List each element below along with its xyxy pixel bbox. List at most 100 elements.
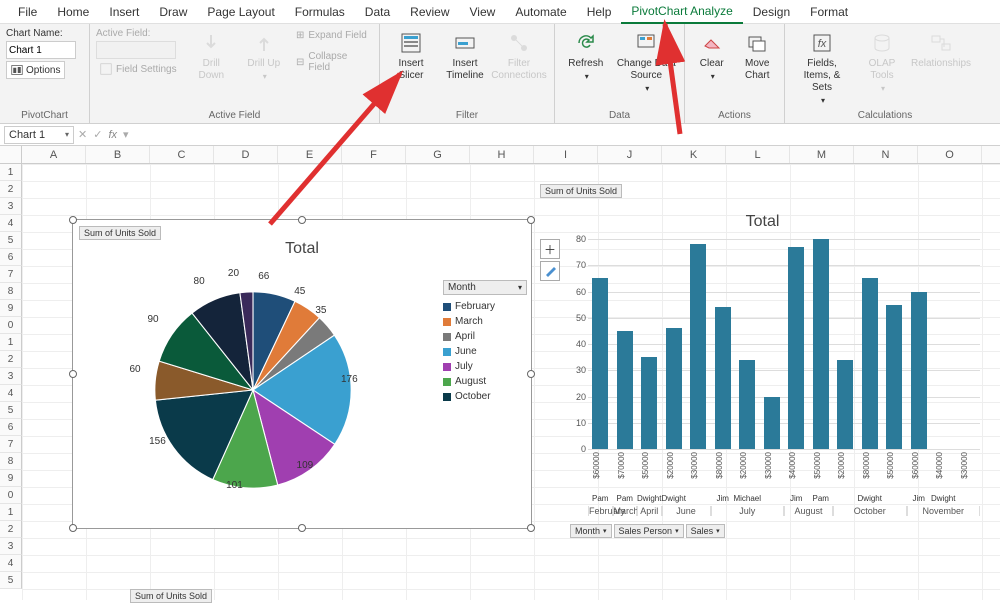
- column-header[interactable]: I: [534, 146, 598, 163]
- row-header[interactable]: 3: [0, 198, 22, 215]
- bar[interactable]: [764, 397, 780, 450]
- row-header[interactable]: 5: [0, 232, 22, 249]
- row-header[interactable]: 0: [0, 487, 22, 504]
- insert-slicer-button[interactable]: Insert Slicer: [386, 28, 436, 84]
- row-header[interactable]: 8: [0, 283, 22, 300]
- row-header[interactable]: 4: [0, 385, 22, 402]
- menu-formulas[interactable]: Formulas: [285, 1, 355, 23]
- insert-timeline-button[interactable]: Insert Timeline: [440, 28, 490, 84]
- chart-field-badge[interactable]: Sum of Units Sold: [79, 226, 161, 240]
- options-button[interactable]: Options: [6, 61, 65, 79]
- bar[interactable]: [911, 292, 927, 450]
- row-header[interactable]: 4: [0, 555, 22, 572]
- row-header[interactable]: 4: [0, 215, 22, 232]
- row-header[interactable]: 5: [0, 572, 22, 589]
- column-header[interactable]: E: [278, 146, 342, 163]
- chart-field-badge[interactable]: Sum of Units Sold: [130, 589, 212, 603]
- row-header[interactable]: 6: [0, 249, 22, 266]
- row-header[interactable]: 7: [0, 266, 22, 283]
- chart-filter-button[interactable]: Sales Person▾: [614, 524, 684, 538]
- row-header[interactable]: 7: [0, 436, 22, 453]
- column-header[interactable]: C: [150, 146, 214, 163]
- bar[interactable]: [788, 247, 804, 449]
- menu-insert[interactable]: Insert: [99, 1, 149, 23]
- refresh-button[interactable]: Refresh▾: [561, 28, 611, 84]
- menu-help[interactable]: Help: [577, 1, 622, 23]
- column-header[interactable]: N: [854, 146, 918, 163]
- bar[interactable]: [862, 278, 878, 449]
- row-header[interactable]: 6: [0, 419, 22, 436]
- column-header[interactable]: F: [342, 146, 406, 163]
- row-header[interactable]: 5: [0, 402, 22, 419]
- bar[interactable]: [617, 331, 633, 449]
- row-header[interactable]: 8: [0, 453, 22, 470]
- column-header[interactable]: B: [86, 146, 150, 163]
- menu-format[interactable]: Format: [800, 1, 858, 23]
- row-header[interactable]: 2: [0, 351, 22, 368]
- bar[interactable]: [592, 278, 608, 449]
- column-header[interactable]: H: [470, 146, 534, 163]
- pie-chart-container[interactable]: Sum of Units Sold Total 6645351761091011…: [72, 219, 532, 529]
- menu-page-layout[interactable]: Page Layout: [197, 1, 284, 23]
- fields-items-sets-button[interactable]: fx Fields, Items, & Sets▾: [791, 28, 853, 108]
- legend-filter-button[interactable]: Month ▾: [443, 280, 527, 295]
- menu-pivotchart-analyze[interactable]: PivotChart Analyze: [621, 0, 742, 24]
- column-header[interactable]: M: [790, 146, 854, 163]
- menu-review[interactable]: Review: [400, 1, 459, 23]
- menu-draw[interactable]: Draw: [149, 1, 197, 23]
- row-header[interactable]: 1: [0, 334, 22, 351]
- row-header[interactable]: 2: [0, 521, 22, 538]
- chart-name-input[interactable]: [6, 41, 76, 59]
- bar[interactable]: [886, 305, 902, 449]
- menu-data[interactable]: Data: [355, 1, 400, 23]
- row-header[interactable]: 9: [0, 470, 22, 487]
- resize-handle[interactable]: [527, 370, 535, 378]
- chart-styles-button[interactable]: [540, 261, 560, 281]
- column-header[interactable]: K: [662, 146, 726, 163]
- bar[interactable]: [715, 307, 731, 449]
- chart-elements-button[interactable]: ＋: [540, 239, 560, 259]
- menu-automate[interactable]: Automate: [505, 1, 576, 23]
- name-box[interactable]: Chart 1 ▾: [4, 126, 74, 144]
- bar[interactable]: [690, 244, 706, 449]
- row-header[interactable]: 0: [0, 317, 22, 334]
- chart-filter-button[interactable]: Sales▾: [686, 524, 725, 538]
- bar[interactable]: [813, 239, 829, 449]
- menu-design[interactable]: Design: [743, 1, 800, 23]
- menu-view[interactable]: View: [460, 1, 506, 23]
- resize-handle[interactable]: [527, 216, 535, 224]
- bar[interactable]: [641, 357, 657, 449]
- row-header[interactable]: 1: [0, 164, 22, 181]
- resize-handle[interactable]: [527, 524, 535, 532]
- column-header[interactable]: J: [598, 146, 662, 163]
- menu-file[interactable]: File: [8, 1, 47, 23]
- bar[interactable]: [837, 360, 853, 449]
- resize-handle[interactable]: [298, 216, 306, 224]
- column-header[interactable]: O: [918, 146, 982, 163]
- row-header[interactable]: 2: [0, 181, 22, 198]
- change-data-source-button[interactable]: Change Data Source▾: [615, 28, 678, 96]
- column-header[interactable]: L: [726, 146, 790, 163]
- bar-chart-container[interactable]: Sum of Units Sold Total ＋ 01020304050607…: [540, 184, 985, 534]
- resize-handle[interactable]: [69, 370, 77, 378]
- select-all-corner[interactable]: [0, 146, 22, 163]
- clear-button[interactable]: Clear▾: [691, 28, 733, 84]
- resize-handle[interactable]: [69, 216, 77, 224]
- row-header[interactable]: 1: [0, 504, 22, 521]
- move-chart-button[interactable]: Move Chart: [737, 28, 779, 84]
- row-header[interactable]: 3: [0, 368, 22, 385]
- menu-home[interactable]: Home: [47, 1, 99, 23]
- column-header[interactable]: A: [22, 146, 86, 163]
- row-header[interactable]: 9: [0, 300, 22, 317]
- bar[interactable]: [739, 360, 755, 449]
- column-header[interactable]: D: [214, 146, 278, 163]
- resize-handle[interactable]: [298, 524, 306, 532]
- column-header[interactable]: G: [406, 146, 470, 163]
- worksheet[interactable]: 1234567890123456789012345 Sum of Units S…: [0, 164, 1000, 600]
- active-field-input[interactable]: [96, 41, 176, 59]
- resize-handle[interactable]: [69, 524, 77, 532]
- chart-field-badge[interactable]: Sum of Units Sold: [540, 184, 622, 198]
- bar[interactable]: [666, 328, 682, 449]
- chart-filter-button[interactable]: Month▾: [570, 524, 612, 538]
- row-header[interactable]: 3: [0, 538, 22, 555]
